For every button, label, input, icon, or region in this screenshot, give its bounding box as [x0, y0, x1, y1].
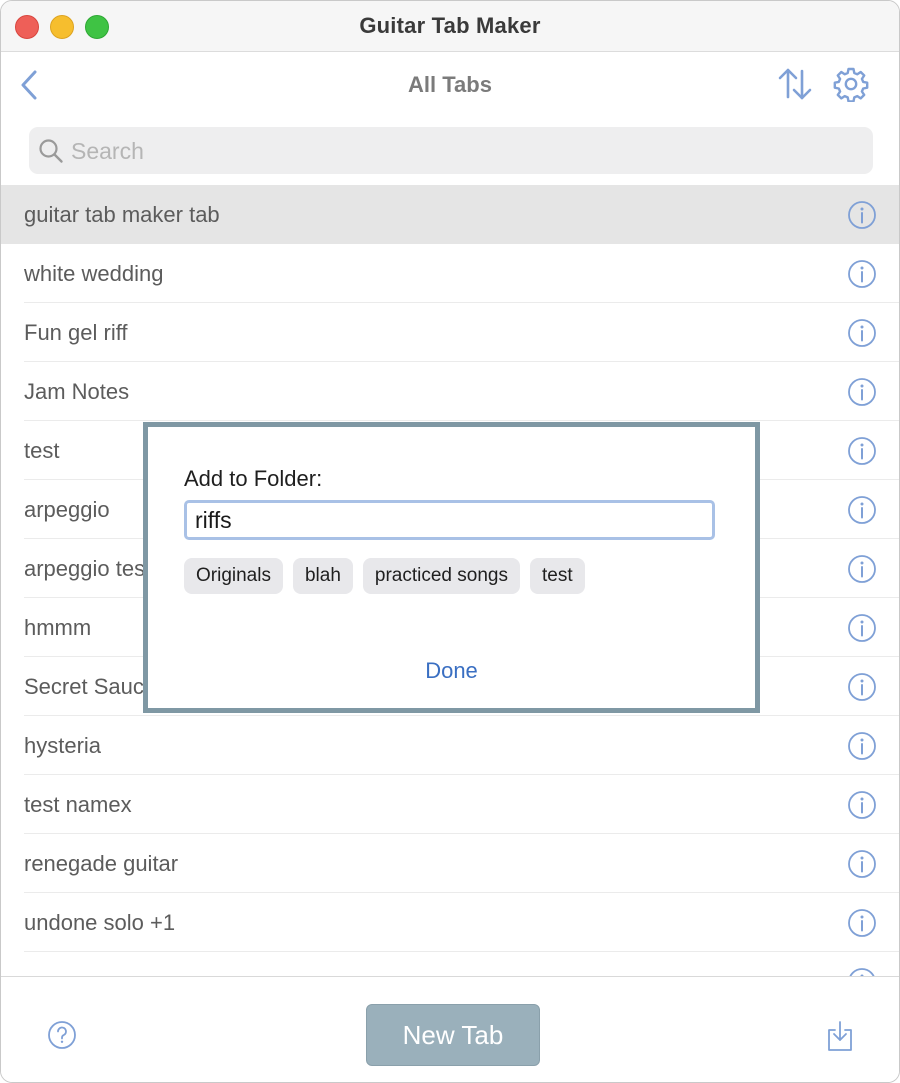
tab-name: hysteria	[24, 733, 102, 758]
search-icon	[39, 139, 63, 163]
folder-chip[interactable]: blah	[292, 558, 353, 594]
info-icon[interactable]	[847, 377, 877, 407]
info-icon[interactable]	[847, 731, 877, 761]
new-tab-button[interactable]: New Tab	[366, 1004, 540, 1066]
search-input[interactable]	[69, 127, 863, 176]
info-icon[interactable]	[847, 200, 877, 230]
search-bar	[29, 127, 873, 176]
info-icon[interactable]	[847, 967, 877, 976]
tab-row[interactable]: guitar tab maker tab	[1, 185, 899, 244]
info-icon[interactable]	[847, 259, 877, 289]
tab-row[interactable]: test namex	[1, 775, 899, 834]
page-title: All Tabs	[408, 72, 492, 97]
bottom-toolbar: New Tab	[1, 976, 899, 1082]
info-icon[interactable]	[847, 613, 877, 643]
tab-name: guitar tab maker tab	[24, 202, 220, 227]
import-button[interactable]	[825, 1020, 855, 1052]
info-icon[interactable]	[847, 790, 877, 820]
tab-row[interactable]: undone solo +1	[1, 893, 899, 952]
tab-row[interactable]: Fun gel riff	[1, 303, 899, 362]
import-icon	[828, 1021, 852, 1051]
folder-chip[interactable]: practiced songs	[362, 558, 520, 594]
help-icon	[48, 1021, 76, 1049]
tab-name: test	[24, 438, 60, 463]
info-icon[interactable]	[847, 908, 877, 938]
tab-row[interactable]: hysteria	[1, 716, 899, 775]
info-icon[interactable]	[847, 436, 877, 466]
tab-name: arpeggio	[24, 497, 110, 522]
folder-name-input[interactable]	[184, 500, 715, 540]
tab-row[interactable]: white wedding	[1, 244, 899, 303]
help-button[interactable]	[47, 1020, 77, 1050]
info-icon[interactable]	[847, 318, 877, 348]
sort-arrows-icon	[778, 68, 812, 100]
info-icon[interactable]	[847, 495, 877, 525]
tab-row[interactable]: Jam Notes	[1, 362, 899, 421]
info-icon[interactable]	[847, 554, 877, 584]
app-window: Guitar Tab Maker All Tabs Search guitar …	[0, 0, 900, 1083]
tab-name: hmmm	[24, 615, 92, 640]
sort-button[interactable]	[777, 66, 813, 102]
settings-button[interactable]	[833, 66, 869, 103]
info-icon[interactable]	[847, 849, 877, 879]
tab-row[interactable]: renegade guitar	[1, 834, 899, 893]
info-icon[interactable]	[847, 672, 877, 702]
tab-name: undone solo +1	[24, 910, 176, 935]
tab-row[interactable]	[1, 952, 899, 976]
dialog-title: Add to Folder:	[184, 466, 323, 491]
folder-suggestions: Originals blah practiced songs test	[184, 558, 585, 594]
tab-name: arpeggio tes	[24, 556, 146, 581]
tab-name: white wedding	[24, 261, 164, 286]
tab-name: Fun gel riff	[24, 320, 128, 345]
gear-icon	[833, 67, 869, 103]
tab-name: Secret Sauc	[24, 674, 144, 699]
window-title: Guitar Tab Maker	[359, 13, 541, 38]
folder-chip[interactable]: Originals	[184, 558, 283, 594]
nav-bar: All Tabs	[1, 52, 899, 116]
tab-name: test namex	[24, 792, 132, 817]
add-to-folder-dialog: Add to Folder: Originalsblahpracticed so…	[143, 422, 760, 713]
folder-chip[interactable]: test	[529, 558, 585, 594]
tab-name: renegade guitar	[24, 851, 179, 876]
done-button[interactable]: Done	[148, 658, 755, 684]
title-bar: Guitar Tab Maker	[1, 1, 899, 52]
tab-name: Jam Notes	[24, 379, 130, 404]
